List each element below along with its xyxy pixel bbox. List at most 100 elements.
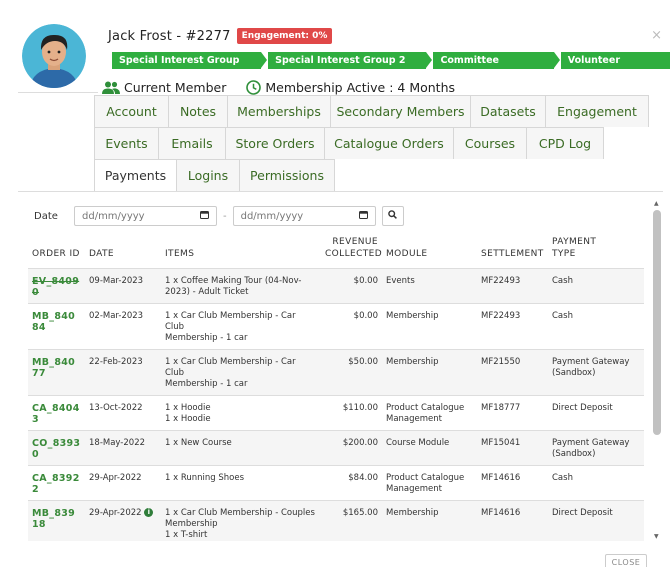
order-id-link[interactable]: MB_83918 — [28, 500, 85, 541]
revenue-collected: $0.00 — [321, 303, 382, 350]
settlement-id: MF18777 — [477, 395, 548, 431]
order-id-link[interactable]: MB_84077 — [28, 349, 85, 396]
order-module: Product Catalogue Management — [382, 395, 477, 431]
scroll-down-icon[interactable]: ▼ — [654, 533, 659, 540]
calendar-icon[interactable] — [200, 210, 209, 222]
payment-type: Cash — [548, 268, 644, 304]
payment-type: Direct Deposit — [548, 500, 644, 541]
avatar-divider — [18, 92, 98, 93]
membership-active-status: Membership Active : 4 Months — [265, 80, 456, 95]
revenue-collected: $165.00 — [321, 500, 382, 541]
engagement-badge: Engagement: 0% — [236, 28, 333, 44]
table-row: MB_84077 22-Feb-2023 1 x Car Club Membersh… — [28, 349, 644, 396]
search-button[interactable] — [381, 206, 404, 226]
col-date[interactable]: DATE — [85, 236, 161, 269]
tag-special-interest-group: Special Interest Group Tag — [112, 52, 268, 83]
date-label: Date — [34, 210, 58, 222]
order-items: 1 x Running Shoes — [161, 465, 321, 501]
order-date: 29-Apr-2022 — [85, 465, 161, 501]
member-tags: Special Interest Group Tag Special Inter… — [112, 52, 670, 83]
tab-engagement[interactable]: Engagement — [545, 95, 649, 127]
tab-catalogue-orders[interactable]: Catalogue Orders — [324, 127, 454, 159]
tab-account[interactable]: Account — [94, 95, 169, 127]
order-items: 1 x Car Club Membership - Car Club Member… — [161, 303, 321, 350]
revenue-collected: $50.00 — [321, 349, 382, 396]
date-filter: Date dd/mm/yyyy - dd/mm/yyyy — [34, 206, 404, 226]
tab-cpd-log[interactable]: CPD Log — [526, 127, 604, 159]
table-row: CA_84043 13-Oct-2022 1 x Hoodie 1 x Hoodie $… — [28, 395, 644, 431]
dialog-close-icon[interactable]: × — [651, 28, 662, 43]
tab-events[interactable]: Events — [94, 127, 159, 159]
membership-status-row: Current Member Membership Active : 4 Mon… — [102, 80, 455, 95]
col-settlement[interactable]: SETTLEMENT — [477, 236, 548, 269]
close-button[interactable]: CLOSE — [605, 554, 647, 567]
settlement-id: MF14616 — [477, 500, 548, 541]
scroll-up-icon[interactable]: ▲ — [654, 200, 659, 207]
col-revenue-collected[interactable]: REVENUE COLLECTED — [321, 236, 382, 269]
col-items[interactable]: ITEMS — [161, 236, 321, 269]
order-id-link[interactable]: CA_83922 — [28, 465, 85, 501]
avatar — [22, 24, 86, 88]
table-row: MB_84084 02-Mar-2023 1 x Car Club Membersh… — [28, 303, 644, 350]
order-module: Events — [382, 268, 477, 304]
table-scrollbar[interactable]: ▲ ▼ — [653, 200, 661, 540]
table-header-row: ORDER ID DATE ITEMS REVENUE COLLECTED MOD… — [28, 236, 644, 269]
search-icon — [388, 210, 398, 222]
scroll-thumb[interactable] — [653, 210, 661, 435]
member-status: Current Member — [124, 80, 227, 95]
payments-table-container[interactable]: ORDER ID DATE ITEMS REVENUE COLLECTED MOD… — [28, 236, 644, 541]
payment-type: Cash — [548, 303, 644, 350]
date-range-separator: - — [223, 210, 227, 222]
payment-type: Cash — [548, 465, 644, 501]
tab-row-3: Payments Logins Permissions — [94, 159, 649, 191]
order-id-link[interactable]: MB_84084 — [28, 303, 85, 350]
tab-courses[interactable]: Courses — [453, 127, 527, 159]
payment-type: Payment Gateway (Sandbox) — [548, 430, 644, 466]
col-payment-type[interactable]: PAYMENT TYPE — [548, 236, 644, 269]
tab-logins[interactable]: Logins — [176, 159, 240, 191]
tab-notes[interactable]: Notes — [168, 95, 228, 127]
date-to-input[interactable]: dd/mm/yyyy — [232, 206, 376, 226]
tabs-divider — [18, 191, 663, 192]
clock-icon — [246, 80, 262, 95]
table-row: MB_83918 29-Apr-2022 i1 x Car Club Member… — [28, 500, 644, 541]
order-items: 1 x Coffee Making Tour (04-Nov- 2023) - A… — [161, 268, 321, 304]
order-items: 1 x New Course — [161, 430, 321, 466]
settlement-id: MF14616 — [477, 465, 548, 501]
tab-row-1: Account Notes Memberships Secondary Memb… — [94, 95, 649, 127]
member-tabs: Account Notes Memberships Secondary Memb… — [94, 95, 649, 191]
revenue-collected: $84.00 — [321, 465, 382, 501]
order-module: Product Catalogue Management — [382, 465, 477, 501]
tab-datasets[interactable]: Datasets — [470, 95, 546, 127]
payments-table: ORDER ID DATE ITEMS REVENUE COLLECTED MOD… — [28, 236, 644, 541]
order-module: Membership — [382, 500, 477, 541]
col-order-id[interactable]: ORDER ID — [28, 236, 85, 269]
order-module: Membership — [382, 303, 477, 350]
users-icon — [102, 81, 120, 94]
tab-store-orders[interactable]: Store Orders — [225, 127, 325, 159]
order-id-link[interactable]: CA_84043 — [28, 395, 85, 431]
order-id-link[interactable]: CO_83930 — [28, 430, 85, 466]
date-to-placeholder: dd/mm/yyyy — [240, 210, 304, 222]
info-icon[interactable]: i — [144, 508, 154, 517]
tag-committee-members: Committee Members — [433, 52, 561, 83]
col-module[interactable]: MODULE — [382, 236, 477, 269]
order-items: 1 x Car Club Membership - Car Club Member… — [161, 349, 321, 396]
tab-permissions[interactable]: Permissions — [239, 159, 335, 191]
revenue-collected: $200.00 — [321, 430, 382, 466]
tab-secondary-members[interactable]: Secondary Members — [330, 95, 471, 127]
calendar-icon[interactable] — [358, 210, 368, 222]
date-from-input[interactable]: dd/mm/yyyy — [74, 206, 217, 226]
tag-volunteer-member: Volunteer Member — [560, 52, 670, 83]
order-module: Course Module — [382, 430, 477, 466]
order-date: 22-Feb-2023 — [85, 349, 161, 396]
tab-payments[interactable]: Payments — [94, 159, 177, 191]
tab-row-2: Events Emails Store Orders Catalogue Ord… — [94, 127, 649, 159]
payment-type: Direct Deposit — [548, 395, 644, 431]
tab-emails[interactable]: Emails — [158, 127, 226, 159]
tab-memberships[interactable]: Memberships — [227, 95, 331, 127]
table-row: EV_84090 09-Mar-2023 1 x Coffee Making Tou… — [28, 268, 644, 304]
payment-type: Payment Gateway (Sandbox) — [548, 349, 644, 396]
order-id-link[interactable]: EV_84090 — [28, 268, 85, 304]
order-items: 1 x Car Club Membership - Couples Members… — [161, 500, 321, 541]
